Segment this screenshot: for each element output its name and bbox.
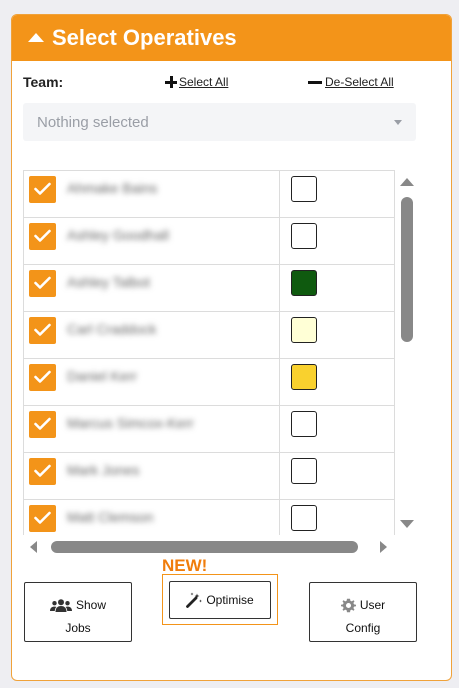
minus-icon bbox=[308, 80, 322, 84]
team-select-value: Nothing selected bbox=[37, 113, 149, 131]
chevron-down-icon bbox=[394, 120, 402, 125]
operative-color-swatch[interactable] bbox=[291, 364, 317, 390]
operative-name: Daniel Kerr bbox=[67, 368, 138, 384]
operative-name: Mark Jones bbox=[67, 462, 140, 478]
horizontal-scrollbar-thumb[interactable] bbox=[51, 541, 358, 553]
operative-color-swatch[interactable] bbox=[291, 505, 317, 531]
scroll-up-arrow[interactable] bbox=[400, 178, 414, 186]
operative-checkbox[interactable] bbox=[29, 317, 56, 344]
operative-name: Ahmake Bains bbox=[67, 180, 158, 196]
operative-row[interactable]: Ahmake Bains bbox=[24, 171, 394, 218]
scroll-left-arrow[interactable] bbox=[30, 541, 37, 553]
check-icon bbox=[34, 417, 51, 430]
operative-name: Ashley Talbot bbox=[67, 274, 151, 290]
user-label: User bbox=[359, 598, 386, 612]
show-label: Show bbox=[75, 598, 107, 612]
scroll-right-arrow[interactable] bbox=[380, 541, 387, 553]
operative-checkbox[interactable] bbox=[29, 223, 56, 250]
operative-color-swatch[interactable] bbox=[291, 176, 317, 202]
column-divider bbox=[279, 500, 280, 535]
operative-checkbox[interactable] bbox=[29, 176, 56, 203]
operative-name: Marcus Simcox-Kerr bbox=[67, 415, 194, 431]
deselect-all-link[interactable]: De-Select All bbox=[308, 75, 394, 89]
vertical-scrollbar-thumb[interactable] bbox=[401, 197, 413, 342]
optimise-button[interactable]: Optimise bbox=[169, 581, 271, 619]
deselect-all-label: De-Select All bbox=[325, 75, 394, 89]
operative-color-swatch[interactable] bbox=[291, 270, 317, 296]
panel-title: Select Operatives bbox=[52, 25, 237, 50]
panel-header[interactable]: Select Operatives bbox=[12, 15, 451, 61]
show-jobs-button[interactable]: Show Jobs bbox=[24, 582, 132, 642]
caret-up-icon[interactable] bbox=[28, 32, 44, 42]
operative-row[interactable]: Matt Clemson bbox=[24, 500, 394, 535]
column-divider bbox=[279, 218, 280, 265]
operative-color-swatch[interactable] bbox=[291, 411, 317, 437]
operative-name: Ashley Goodhall bbox=[67, 227, 169, 243]
operative-color-swatch[interactable] bbox=[291, 317, 317, 343]
column-divider bbox=[279, 171, 280, 218]
magic-wand-icon bbox=[186, 592, 203, 608]
check-icon bbox=[34, 323, 51, 336]
operative-checkbox[interactable] bbox=[29, 411, 56, 438]
column-divider bbox=[279, 453, 280, 500]
check-icon bbox=[34, 464, 51, 477]
operative-color-swatch[interactable] bbox=[291, 458, 317, 484]
select-all-label: Select All bbox=[179, 75, 229, 89]
check-icon bbox=[34, 370, 51, 383]
plus-icon bbox=[165, 76, 177, 88]
check-icon bbox=[34, 229, 51, 242]
team-select[interactable]: Nothing selected bbox=[23, 103, 416, 141]
column-divider bbox=[279, 406, 280, 453]
operative-checkbox[interactable] bbox=[29, 505, 56, 532]
operative-row[interactable]: Mark Jones bbox=[24, 453, 394, 500]
column-divider bbox=[279, 312, 280, 359]
operative-row[interactable]: Marcus Simcox-Kerr bbox=[24, 406, 394, 453]
column-divider bbox=[279, 265, 280, 312]
operative-checkbox[interactable] bbox=[29, 364, 56, 391]
check-icon bbox=[34, 182, 51, 195]
operative-checkbox[interactable] bbox=[29, 458, 56, 485]
new-badge: NEW! bbox=[162, 556, 208, 575]
optimise-label: Optimise bbox=[206, 593, 254, 607]
operative-row[interactable]: Carl Craddock bbox=[24, 312, 394, 359]
jobs-label: Jobs bbox=[65, 621, 91, 635]
gear-icon bbox=[340, 599, 356, 613]
user-config-button[interactable]: User Config bbox=[309, 582, 417, 642]
operative-row[interactable]: Daniel Kerr bbox=[24, 359, 394, 406]
team-label: Team: bbox=[23, 74, 64, 90]
operatives-list: Ahmake Bains Ashley Goodhall Ashley Talbot… bbox=[23, 170, 395, 535]
scroll-down-arrow[interactable] bbox=[400, 520, 414, 528]
operative-name: Carl Craddock bbox=[67, 321, 157, 337]
check-icon bbox=[34, 511, 51, 524]
operative-name: Matt Clemson bbox=[67, 509, 154, 525]
select-all-link[interactable]: Select All bbox=[165, 75, 228, 89]
operative-row[interactable]: Ashley Goodhall bbox=[24, 218, 394, 265]
check-icon bbox=[34, 276, 51, 289]
operative-color-swatch[interactable] bbox=[291, 223, 317, 249]
operative-checkbox[interactable] bbox=[29, 270, 56, 297]
operative-row[interactable]: Ashley Talbot bbox=[24, 265, 394, 312]
column-divider bbox=[279, 359, 280, 406]
config-label: Config bbox=[345, 621, 381, 635]
users-icon bbox=[49, 599, 72, 613]
